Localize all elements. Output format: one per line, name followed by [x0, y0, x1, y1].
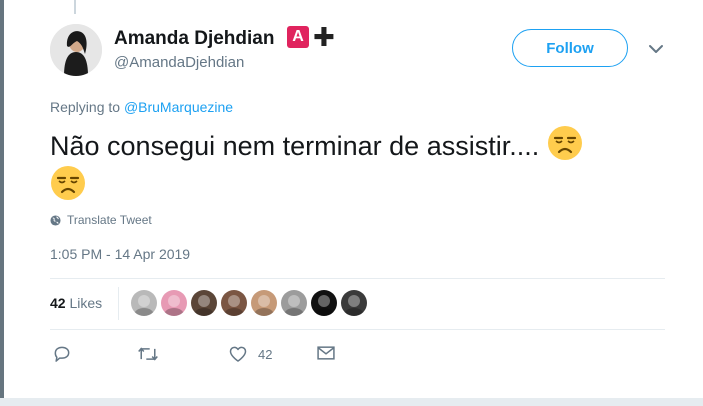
- follow-button[interactable]: Follow: [512, 29, 628, 67]
- liker-avatar[interactable]: [341, 290, 367, 316]
- replying-prefix: Replying to: [50, 99, 121, 115]
- envelope-icon: [317, 346, 335, 360]
- name-badges: A ✚: [287, 22, 335, 52]
- unamused-face-emoji-icon: [51, 166, 85, 200]
- plus-badge: ✚: [313, 22, 335, 52]
- liker-avatar[interactable]: [251, 290, 277, 316]
- retweet-button[interactable]: [137, 344, 159, 364]
- unamused-face-emoji-icon: [547, 126, 582, 160]
- replying-to: Replying to @BruMarquezine: [50, 99, 233, 115]
- liker-avatar[interactable]: [311, 290, 337, 316]
- replying-mention-link[interactable]: @BruMarquezine: [124, 99, 233, 115]
- liker-avatar[interactable]: [161, 290, 187, 316]
- liker-avatar[interactable]: [281, 290, 307, 316]
- retweet-icon: [138, 347, 158, 361]
- reply-icon: [54, 346, 70, 362]
- heart-icon: [229, 346, 247, 362]
- translate-tweet-link[interactable]: Translate Tweet: [50, 213, 152, 227]
- chevron-down-icon[interactable]: [648, 42, 664, 60]
- avatar[interactable]: [50, 24, 102, 76]
- reply-button[interactable]: [52, 344, 72, 364]
- likes-count[interactable]: 42 Likes: [50, 295, 102, 311]
- likes-label: Likes: [69, 295, 103, 311]
- divider: [50, 329, 665, 330]
- liker-avatar[interactable]: [221, 290, 247, 316]
- author-name[interactable]: Amanda Djehdian: [114, 28, 274, 50]
- thread-line: [74, 0, 76, 14]
- direct-message-button[interactable]: [316, 344, 336, 362]
- liker-avatar[interactable]: [131, 290, 157, 316]
- liker-avatars: [131, 290, 367, 316]
- author-handle[interactable]: @AmandaDjehdian: [114, 54, 244, 71]
- translate-label: Translate Tweet: [67, 213, 152, 227]
- likes-number: 42: [50, 295, 66, 311]
- liker-avatar[interactable]: [191, 290, 217, 316]
- like-button[interactable]: 42: [228, 344, 272, 364]
- divider: [50, 278, 665, 279]
- tweet-timestamp[interactable]: 1:05 PM - 14 Apr 2019: [50, 246, 190, 262]
- letter-badge: A: [287, 26, 309, 48]
- footer-bar: [0, 398, 703, 406]
- globe-icon: [50, 214, 61, 226]
- divider: [118, 287, 119, 320]
- like-count: 42: [258, 346, 273, 362]
- tweet-actions: 42: [0, 344, 703, 370]
- tweet-text: Não consegui nem terminar de assistir...…: [50, 125, 670, 205]
- tweet-text-body: Não consegui nem terminar de assistir...…: [50, 131, 547, 161]
